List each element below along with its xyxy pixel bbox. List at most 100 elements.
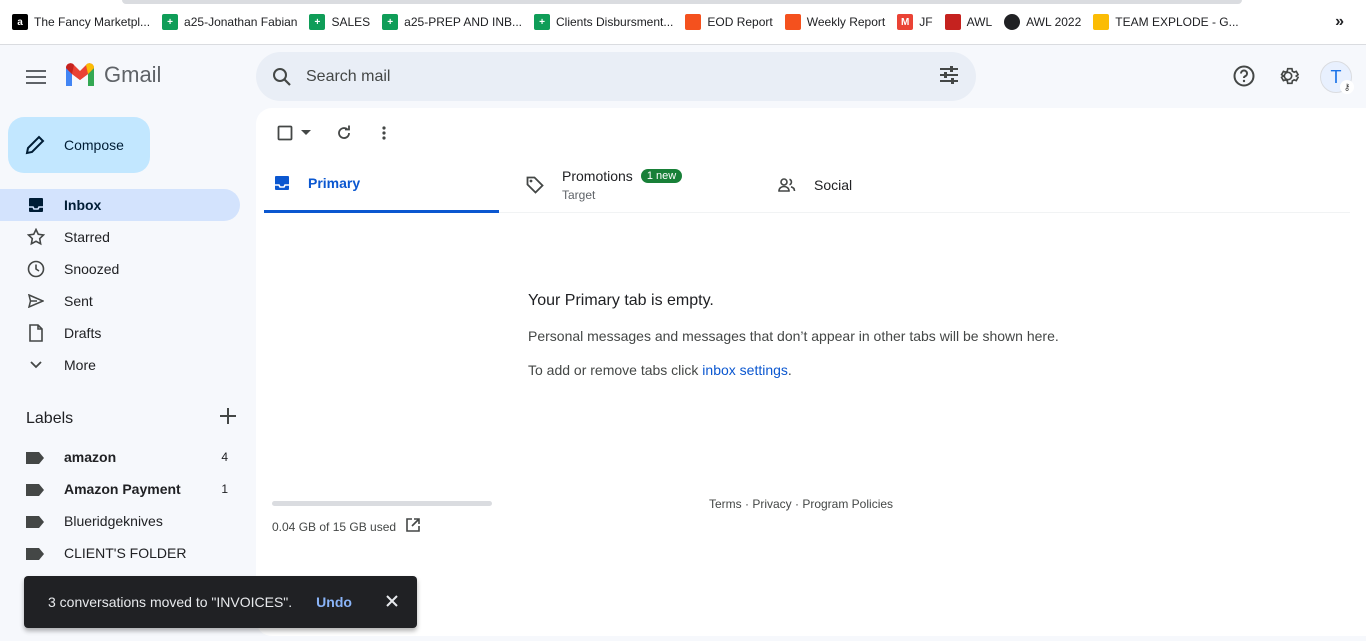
empty-settings-hint: To add or remove tabs click inbox settin… [528,362,1059,378]
label-item[interactable]: Amazon Payment 1 [0,473,240,505]
send-icon [26,291,46,311]
bookmark-label: SALES [331,15,371,29]
storage-bar [272,501,492,506]
bookmark-item[interactable]: + SALES [307,10,380,34]
label-item[interactable]: CLIENT'S FOLDER [0,537,240,569]
tab-primary-label: Primary [308,175,361,191]
label-icon [26,483,44,496]
sidebar-item-inbox[interactable]: Inbox [0,189,240,221]
main-menu-button[interactable] [20,61,52,93]
gmail-m-icon [66,63,94,86]
tab-promotions[interactable]: Promotions 1 new Target [526,156,766,213]
sidebar-item-label: Drafts [64,325,102,341]
labels-title: Labels [26,409,74,427]
bookmark-item[interactable]: M JF [895,10,942,34]
people-icon [778,177,796,193]
label-count: 1 [221,482,228,496]
sidebar-item-snoozed[interactable]: Snoozed [0,253,240,285]
bookmark-item[interactable]: Weekly Report [783,10,895,34]
clock-icon [26,259,46,279]
tag-icon [526,176,544,194]
label-icon [26,515,44,528]
support-button[interactable] [1228,60,1260,92]
label-name: CLIENT'S FOLDER [64,545,187,561]
bookmark-label: Weekly Report [806,15,886,29]
select-dropdown[interactable] [298,120,314,146]
storage-text: 0.04 GB of 15 GB used [272,519,397,534]
report-icon [784,14,801,30]
scroll-hint [122,0,1242,4]
close-snackbar-button[interactable] [385,594,399,611]
inbox-icon [26,195,46,215]
sidebar-item-more[interactable]: More [0,349,240,381]
search-bar[interactable] [256,52,976,101]
bookmark-label: AWL 2022 [1026,15,1082,29]
sidebar-item-sent[interactable]: Sent [0,285,240,317]
undo-button[interactable]: Undo [316,594,352,610]
bookmark-label: a25-Jonathan Fabian [184,15,298,29]
more-vert-icon [382,126,386,140]
snackbar-message: 3 conversations moved to "INVOICES". [48,594,293,610]
sidebar-item-starred[interactable]: Starred [0,221,240,253]
bookmark-label: a25-PREP AND INB... [404,15,522,29]
refresh-button[interactable] [326,120,362,146]
bookmark-label: EOD Report [707,15,773,29]
hint-suffix: . [787,362,792,378]
bookmark-item[interactable]: AWL 2022 [1002,10,1091,34]
settings-button[interactable] [1272,60,1304,92]
snackbar: 3 conversations moved to "INVOICES". Und… [24,576,417,628]
refresh-icon [338,125,350,139]
mail-toolbar [272,120,402,146]
account-key-icon: ⚷ [1340,80,1354,94]
plus-icon [220,408,236,424]
awl-icon [944,14,961,30]
sidebar-item-drafts[interactable]: Drafts [0,317,240,349]
bookmark-item[interactable]: a The Fancy Marketpl... [10,10,160,34]
sidebar-item-label: Starred [64,229,110,245]
label-item[interactable]: Blueridgeknives [0,505,240,537]
bookmark-item[interactable]: EOD Report [683,10,782,34]
bookmark-label: The Fancy Marketpl... [34,15,151,29]
hamburger-icon [26,70,46,84]
select-checkbox[interactable] [272,120,298,146]
checkbox-icon [277,125,293,141]
amazon-icon: a [12,14,28,30]
sheets-icon: + [534,14,550,30]
inbox-settings-link[interactable]: inbox settings [702,362,788,378]
chevron-down-icon [26,355,46,375]
search-input[interactable] [306,67,906,86]
gmail-logo[interactable]: Gmail [64,62,161,88]
footer-links[interactable]: Terms · Privacy · Program Policies [709,497,893,511]
tune-icon [940,66,958,84]
bookmark-item[interactable]: + Clients Disbursment... [532,10,683,34]
bookmark-label: AWL [966,15,993,29]
sheets-icon: + [382,14,399,30]
label-name: Blueridgeknives [64,513,163,529]
main-panel: Primary Promotions 1 new Target Social Y… [256,108,1366,636]
label-item[interactable]: amazon 4 [0,441,240,473]
bookmarks-overflow-icon[interactable]: » [1335,13,1344,31]
tab-social-label: Social [814,176,853,193]
sidebar-item-label: More [64,357,96,373]
bookmark-item[interactable]: + a25-Jonathan Fabian [160,10,307,34]
more-options-button[interactable] [366,120,402,146]
tab-primary[interactable]: Primary [264,156,499,213]
label-name: Amazon Payment [64,481,181,497]
bookmark-item[interactable]: AWL [943,10,1003,34]
bookmark-item[interactable]: TEAM EXPLODE - G... [1091,10,1248,34]
bookmark-item[interactable]: + a25-PREP AND INB... [380,10,532,34]
search-options-button[interactable] [938,64,960,91]
gear-icon [1280,67,1299,85]
tab-social[interactable]: Social [778,156,1018,213]
create-label-button[interactable] [220,408,236,429]
draft-icon [26,323,46,343]
tab-promotions-label: Promotions [562,167,633,184]
compose-button[interactable]: Compose [8,117,150,173]
help-icon [1233,65,1255,87]
search-icon [273,67,291,86]
search-button[interactable] [258,53,306,101]
label-icon [26,547,44,560]
manage-storage-button[interactable] [406,518,420,535]
sidebar-item-label: Inbox [64,197,102,213]
sheets-icon: + [162,14,179,30]
